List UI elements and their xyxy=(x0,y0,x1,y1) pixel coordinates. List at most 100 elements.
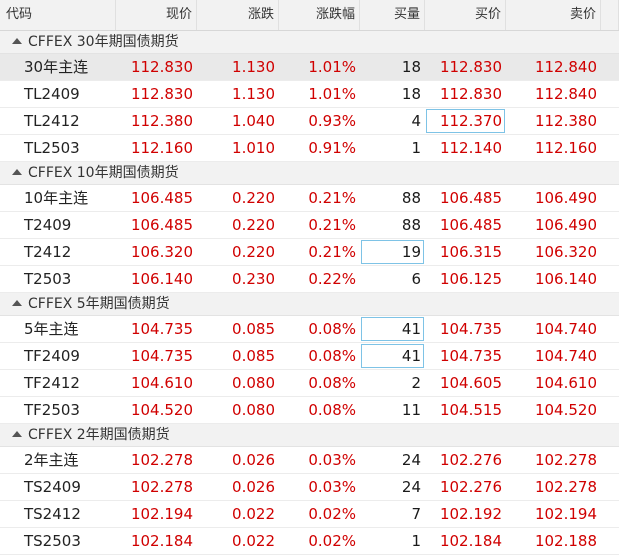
cell-price: 102.278 xyxy=(130,451,193,469)
cell-bid-price: 102.192 xyxy=(439,505,502,523)
group-header-30y[interactable]: CFFEX 30年期国债期货 xyxy=(0,31,619,54)
cell-price: 102.194 xyxy=(130,505,193,523)
table-row[interactable]: T2412 106.320 0.220 0.21% 19 106.315 106… xyxy=(0,239,619,266)
cell-ask-price: 102.278 xyxy=(534,451,597,469)
table-row[interactable]: 5年主连 104.735 0.085 0.08% 41 104.735 104.… xyxy=(0,316,619,343)
cell-price: 112.380 xyxy=(130,112,193,130)
group-header-10y[interactable]: CFFEX 10年期国债期货 xyxy=(0,162,619,185)
cell-bid-price: 102.184 xyxy=(439,532,502,550)
cell-bid-price-highlighted: 112.370 xyxy=(425,108,506,134)
table-row[interactable]: 2年主连 102.278 0.026 0.03% 24 102.276 102.… xyxy=(0,447,619,474)
cell-code: TF2503 xyxy=(24,401,80,419)
cell-change: 0.220 xyxy=(232,243,275,261)
cell-ask-price: 112.160 xyxy=(534,139,597,157)
cell-code: 30年主连 xyxy=(24,58,89,76)
group-title: CFFEX 2年期国债期货 xyxy=(28,427,170,443)
cell-change-pct: 0.08% xyxy=(308,401,356,419)
cell-code: T2409 xyxy=(24,216,72,234)
collapse-triangle-icon[interactable] xyxy=(12,169,22,175)
header-price[interactable]: 现价 xyxy=(116,0,197,30)
cell-change-pct: 1.01% xyxy=(308,58,356,76)
cell-change: 0.220 xyxy=(232,189,275,207)
cell-ask-price: 106.320 xyxy=(534,243,597,261)
cell-change: 0.220 xyxy=(232,216,275,234)
cell-code: TF2409 xyxy=(24,347,80,365)
quote-table: CFFEX 30年期国债期货 30年主连 112.830 1.130 1.01%… xyxy=(0,31,619,555)
cell-ask-price: 106.490 xyxy=(534,189,597,207)
cell-ask-price: 106.490 xyxy=(534,216,597,234)
cell-bid-volume-highlighted: 41 xyxy=(360,316,425,342)
table-row[interactable]: 30年主连 112.830 1.130 1.01% 18 112.830 112… xyxy=(0,54,619,81)
cell-change: 1.130 xyxy=(232,58,275,76)
cell-bid-price: 112.830 xyxy=(439,58,502,76)
cell-change: 0.230 xyxy=(232,270,275,288)
cell-change-pct: 0.22% xyxy=(308,270,356,288)
cell-price: 106.140 xyxy=(130,270,193,288)
cell-price: 106.320 xyxy=(130,243,193,261)
collapse-triangle-icon[interactable] xyxy=(12,431,22,437)
header-bid-price[interactable]: 买价 xyxy=(425,0,506,30)
header-bid-volume[interactable]: 买量 xyxy=(360,0,425,30)
table-row[interactable]: TL2503 112.160 1.010 0.91% 1 112.140 112… xyxy=(0,135,619,162)
table-row[interactable]: TF2412 104.610 0.080 0.08% 2 104.605 104… xyxy=(0,370,619,397)
cell-code: TF2412 xyxy=(24,374,80,392)
cell-bid-price: 104.515 xyxy=(439,401,502,419)
cell-code: 10年主连 xyxy=(24,189,89,207)
table-row[interactable]: TF2503 104.520 0.080 0.08% 11 104.515 10… xyxy=(0,397,619,424)
cell-code: TS2503 xyxy=(24,532,81,550)
table-row[interactable]: T2503 106.140 0.230 0.22% 6 106.125 106.… xyxy=(0,266,619,293)
cell-bid-volume: 4 xyxy=(411,112,421,130)
cell-ask-price: 104.610 xyxy=(534,374,597,392)
cell-price: 102.278 xyxy=(130,478,193,496)
table-row[interactable]: TL2409 112.830 1.130 1.01% 18 112.830 11… xyxy=(0,81,619,108)
cell-change-pct: 0.08% xyxy=(308,320,356,338)
cell-bid-price: 106.125 xyxy=(439,270,502,288)
group-header-2y[interactable]: CFFEX 2年期国债期货 xyxy=(0,424,619,447)
cell-change-pct: 0.03% xyxy=(308,451,356,469)
cell-change: 0.022 xyxy=(232,532,275,550)
table-row[interactable]: TS2412 102.194 0.022 0.02% 7 102.192 102… xyxy=(0,501,619,528)
cell-bid-volume-highlighted: 19 xyxy=(360,239,425,265)
collapse-triangle-icon[interactable] xyxy=(12,300,22,306)
cell-ask-price: 112.840 xyxy=(534,58,597,76)
cell-change: 0.080 xyxy=(232,401,275,419)
group-title: CFFEX 30年期国债期货 xyxy=(28,34,179,50)
cell-ask-price: 112.840 xyxy=(534,85,597,103)
table-row[interactable]: TL2412 112.380 1.040 0.93% 4 112.370 112… xyxy=(0,108,619,135)
cell-change-pct: 0.08% xyxy=(308,347,356,365)
cell-bid-volume: 7 xyxy=(411,505,421,523)
cell-ask-price: 102.188 xyxy=(534,532,597,550)
cell-ask-price: 104.520 xyxy=(534,401,597,419)
cell-price: 102.184 xyxy=(130,532,193,550)
cell-price: 104.735 xyxy=(130,347,193,365)
cell-bid-volume-highlighted: 41 xyxy=(360,343,425,369)
cell-change: 0.026 xyxy=(232,451,275,469)
cell-change: 0.085 xyxy=(232,347,275,365)
header-change[interactable]: 涨跌 xyxy=(197,0,279,30)
cell-code: T2503 xyxy=(24,270,72,288)
collapse-triangle-icon[interactable] xyxy=(12,38,22,44)
cell-code: T2412 xyxy=(24,243,72,261)
cell-bid-price: 104.735 xyxy=(439,347,502,365)
header-ask-price[interactable]: 卖价 xyxy=(506,0,601,30)
cell-price: 104.520 xyxy=(130,401,193,419)
header-code[interactable]: 代码 xyxy=(0,0,116,30)
cell-change: 1.130 xyxy=(232,85,275,103)
cell-change-pct: 0.03% xyxy=(308,478,356,496)
table-row[interactable]: TS2409 102.278 0.026 0.03% 24 102.276 10… xyxy=(0,474,619,501)
table-row[interactable]: 10年主连 106.485 0.220 0.21% 88 106.485 106… xyxy=(0,185,619,212)
table-row[interactable]: TF2409 104.735 0.085 0.08% 41 104.735 10… xyxy=(0,343,619,370)
table-row[interactable]: T2409 106.485 0.220 0.21% 88 106.485 106… xyxy=(0,212,619,239)
header-change-pct[interactable]: 涨跌幅 xyxy=(279,0,360,30)
cell-ask-price: 102.278 xyxy=(534,478,597,496)
cell-code: TL2503 xyxy=(24,139,80,157)
cell-change-pct: 0.21% xyxy=(308,243,356,261)
table-row[interactable]: TS2503 102.184 0.022 0.02% 1 102.184 102… xyxy=(0,528,619,555)
cell-change: 0.080 xyxy=(232,374,275,392)
cell-code: TL2409 xyxy=(24,85,80,103)
group-header-5y[interactable]: CFFEX 5年期国债期货 xyxy=(0,293,619,316)
cell-code: TS2412 xyxy=(24,505,81,523)
cell-change-pct: 0.02% xyxy=(308,505,356,523)
header-extra xyxy=(601,0,619,30)
cell-ask-price: 104.740 xyxy=(534,320,597,338)
